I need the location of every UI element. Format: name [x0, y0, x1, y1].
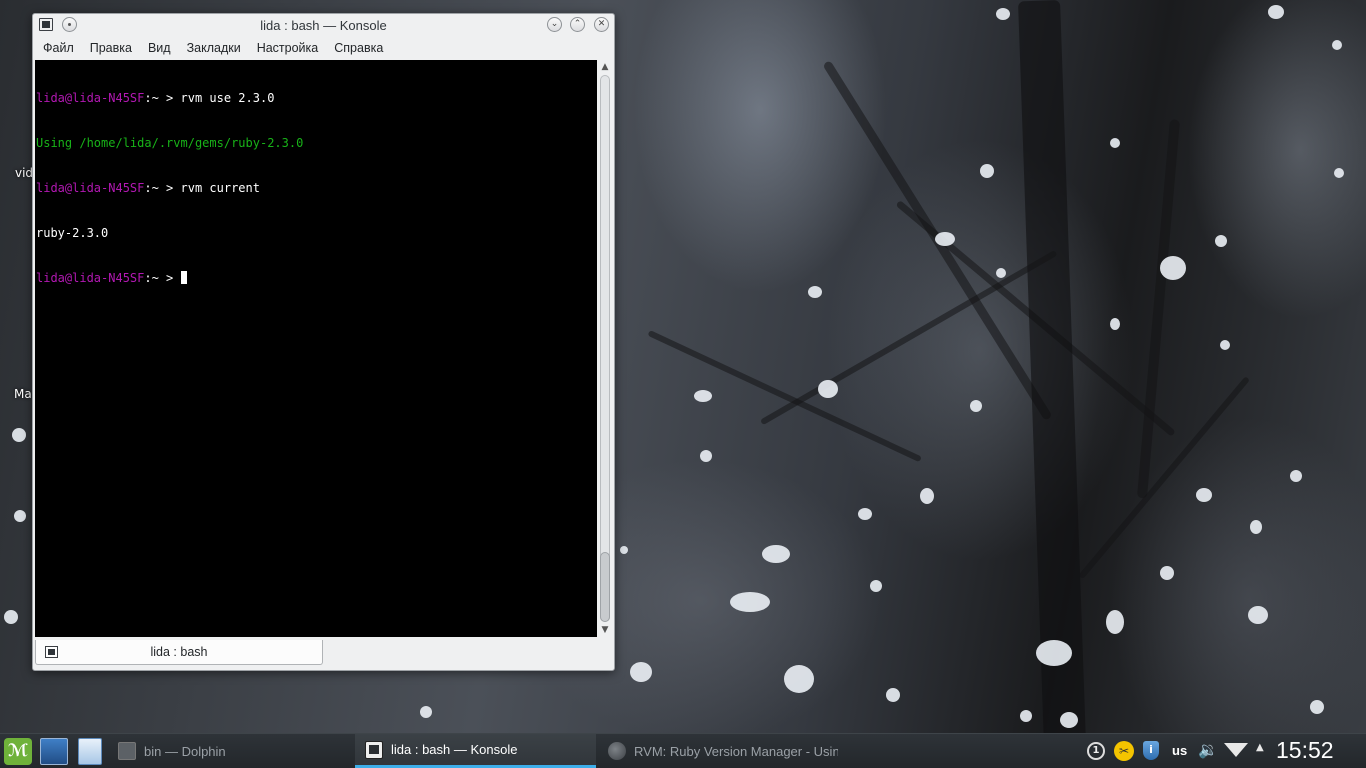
taskbar: ℳ bin — Dolphin lida : bash — Konsole RV…	[0, 733, 1366, 768]
prompt-user-host: lida@lida-N45SF	[36, 271, 145, 285]
desktop-icon-label-2[interactable]: Ma	[14, 387, 32, 401]
task-dolphin[interactable]: bin — Dolphin	[108, 734, 348, 768]
clipboard-icon[interactable]: ✂	[1114, 741, 1134, 761]
mint-menu-icon[interactable]: ℳ	[4, 738, 32, 765]
text-cursor	[180, 271, 187, 284]
terminal-tab-icon	[45, 646, 58, 658]
task-label: lida : bash — Konsole	[391, 742, 518, 757]
scrollbar-track[interactable]	[600, 75, 610, 622]
volume-icon[interactable]: 🔉	[1198, 740, 1218, 759]
pin-to-all-desktops-button[interactable]	[62, 17, 77, 32]
terminal-line: lida@lida-N45SF:~ > rvm use 2.3.0	[36, 91, 597, 106]
terminal-line: Using /home/lida/.rvm/gems/ruby-2.3.0	[36, 136, 597, 151]
menu-bookmarks[interactable]: Закладки	[179, 41, 249, 55]
menu-settings[interactable]: Настройка	[249, 41, 327, 55]
show-desktop-icon[interactable]	[40, 738, 68, 765]
menu-bar: Файл Правка Вид Закладки Настройка Справ…	[33, 36, 614, 59]
prompt-path: :~ >	[144, 271, 181, 285]
scroll-down-arrow-icon[interactable]: ▼	[598, 623, 612, 637]
window-title: lida : bash — Konsole	[260, 17, 387, 33]
prompt-user-host: lida@lida-N45SF	[36, 91, 145, 105]
menu-help[interactable]: Справка	[326, 41, 391, 55]
command-text: rvm current	[180, 181, 260, 195]
terminal-line: lida@lida-N45SF:~ >	[36, 271, 597, 286]
terminal-output[interactable]: lida@lida-N45SF:~ > rvm use 2.3.0 Using …	[35, 60, 597, 637]
tab-label: lida : bash	[150, 645, 208, 659]
terminal-scrollbar[interactable]: ▲ ▼	[598, 60, 612, 637]
wifi-icon[interactable]	[1224, 743, 1248, 757]
task-label: bin — Dolphin	[144, 743, 226, 759]
maximize-button[interactable]: ⌃	[570, 17, 585, 32]
tab-lida-bash[interactable]: lida : bash	[35, 640, 323, 665]
minimize-button[interactable]: ⌄	[547, 17, 562, 32]
prompt-path: :~ >	[144, 91, 181, 105]
terminal-line: ruby-2.3.0	[36, 226, 597, 241]
terminal-app-icon[interactable]	[39, 18, 53, 31]
security-shield-icon[interactable]: i	[1143, 741, 1159, 760]
update-manager-icon[interactable]: 1	[1087, 742, 1105, 760]
prompt-path: :~ >	[144, 181, 181, 195]
command-text: rvm use 2.3.0	[180, 91, 275, 105]
task-konsole[interactable]: lida : bash — Konsole	[355, 734, 596, 768]
tray-expand-arrow-icon[interactable]: ▲	[1256, 742, 1264, 753]
menu-edit[interactable]: Правка	[82, 41, 140, 55]
menu-view[interactable]: Вид	[140, 41, 179, 55]
scroll-up-arrow-icon[interactable]: ▲	[598, 60, 612, 74]
menu-file[interactable]: Файл	[35, 41, 82, 55]
keyboard-layout-indicator[interactable]: us	[1172, 743, 1187, 758]
dolphin-icon	[118, 742, 136, 760]
prompt-user-host: lida@lida-N45SF	[36, 181, 145, 195]
output-text: ruby-2.3.0	[36, 226, 109, 240]
close-button[interactable]: ✕	[594, 17, 609, 32]
file-manager-icon[interactable]	[78, 738, 102, 765]
task-label: RVM: Ruby Version Manager - Using	[634, 743, 838, 759]
task-browser[interactable]: RVM: Ruby Version Manager - Using	[598, 734, 838, 768]
tab-bar: lida : bash	[35, 640, 612, 666]
output-text: Using /home/lida/.rvm/gems/ruby-2.3.0	[36, 136, 304, 150]
konsole-icon	[365, 740, 383, 759]
konsole-window: lida : bash — Konsole ⌄ ⌃ ✕ Файл Правка …	[32, 13, 615, 671]
desktop-icon-label-1[interactable]: vid	[15, 166, 33, 180]
terminal-line: lida@lida-N45SF:~ > rvm current	[36, 181, 597, 196]
clock[interactable]: 15:52	[1276, 737, 1334, 764]
browser-icon	[608, 742, 626, 760]
window-titlebar[interactable]: lida : bash — Konsole ⌄ ⌃ ✕	[33, 14, 614, 36]
scrollbar-thumb[interactable]	[600, 552, 610, 622]
